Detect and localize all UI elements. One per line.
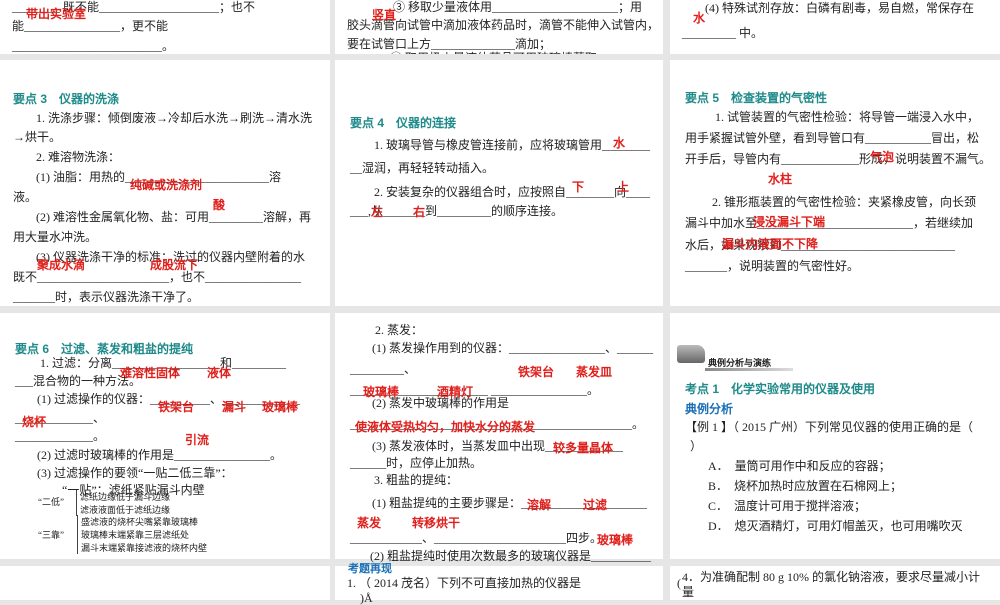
- answer: 浸没漏斗下端: [753, 215, 826, 229]
- answer: 成股流下: [150, 258, 199, 272]
- answer: 竖直: [372, 8, 397, 22]
- answer: 水: [613, 136, 626, 150]
- answer: 溶解: [527, 498, 552, 512]
- text-line: _______时，表示仪器洗涤干净了。: [13, 290, 200, 304]
- answer: 上: [617, 180, 630, 194]
- answer: 转移烘干: [412, 516, 461, 530]
- small-line: 漏斗末端紧靠接滤液的烧杯内壁: [77, 541, 207, 554]
- slide-panel: [335, 60, 663, 306]
- text-line: ④ 取用极少量液体药品可用玻璃棒蘸取: [390, 51, 597, 54]
- text-line: 用大量水冲洗。: [13, 230, 98, 244]
- text-line: _____________。: [15, 429, 106, 443]
- slide-panel: [0, 566, 330, 600]
- banner-title: 典例分析与演练: [708, 358, 772, 368]
- text-line: 开手后，导管内有_____________形成，说明装置不漏气。: [685, 152, 992, 166]
- option-a: A． 量筒可用作中和反应的容器；: [708, 459, 891, 473]
- text-line: ③ 移取少量液体用_____________________；用: [393, 0, 643, 14]
- question-text: 【例 1 】（ 2015 广州）下列常见仪器的使用正确的是（: [685, 420, 974, 434]
- text-line: 1. 试管装置的气密性检验：将导管一端浸入水中，: [715, 110, 980, 124]
- answer: 过滤: [583, 498, 608, 512]
- text-line: (3) 过滤操作的要领“一贴二低三靠”：: [37, 466, 233, 480]
- text-line: (2) 过滤时玻璃棒的作用是________________。: [37, 448, 282, 462]
- question-text: 4．为准确配制 80 g 10% 的氯化钠溶液，要求尽量减小计: [682, 570, 980, 584]
- question-text: 量: [682, 585, 695, 599]
- small-line: 玻璃棒末端紧靠三层滤纸处: [77, 528, 189, 541]
- answer: 左: [371, 205, 384, 219]
- text-line: 液。: [13, 190, 38, 204]
- text-line: 1. 洗涤步骤：倾倒废液→冷却后水洗→刷洗→清水洗: [36, 111, 313, 125]
- text-line: 2. 锥形瓶装置的气密性检验：夹紧橡皮管，向长颈: [712, 195, 977, 209]
- section-heading: 要点 3 仪器的洗涤: [13, 92, 120, 106]
- answer: 使液体受热均匀，加快水分的蒸发: [355, 420, 536, 434]
- answer: 聚成水滴: [37, 258, 86, 272]
- text-line: ______时，应停止加热。: [350, 456, 483, 470]
- answer: 气泡: [870, 150, 895, 164]
- answer: 玻璃棒: [597, 533, 634, 547]
- question-text: ）: [690, 439, 703, 453]
- answer: 漏斗内液面不下降: [722, 237, 819, 251]
- text-line: _________、: [350, 362, 417, 376]
- option-c: C． 温度计可用于搅拌溶液；: [708, 499, 867, 513]
- answer: 蒸发皿: [576, 365, 613, 379]
- text-line: 用手紧握试管外壁，看到导管口有___________冒出，松: [685, 131, 980, 145]
- section-heading: 要点 5 检查装置的气密性: [685, 91, 828, 105]
- answer: 蒸发: [357, 516, 382, 530]
- text-line: (1) 蒸发操作用到的仪器：________________、______: [372, 341, 653, 355]
- section-heading: 要点 6 过滤、蒸发和粗盐的提纯: [15, 342, 194, 356]
- text-line: 3. 粗盐的提纯：: [374, 473, 459, 487]
- small-line: 滤纸边缘低于漏斗边缘: [76, 490, 170, 503]
- text-line: (4) 特殊试剂存放：白磷有剧毒，易自燃，常保存在: [705, 1, 974, 15]
- text-line: _________________________。: [12, 39, 175, 53]
- section-heading: 要点 4 仪器的连接: [350, 116, 457, 130]
- brace-label: “三靠”: [38, 530, 64, 540]
- answer: 酸: [213, 198, 226, 212]
- book-icon: [677, 345, 705, 363]
- answer: 玻璃棒: [363, 385, 400, 399]
- text-line: ____________、______________________四步。: [350, 531, 603, 545]
- text-line: 1. 玻璃导管与橡皮管连接前，应将玻璃管用________: [374, 138, 651, 152]
- answer: 漏斗: [222, 400, 247, 414]
- text-line: (2) 难溶性金属氧化物、盐：可用_________溶解，再: [36, 210, 311, 224]
- answer: 右: [413, 205, 426, 219]
- text-line: _________ 中。: [682, 26, 764, 40]
- answer: 难溶性固体: [120, 366, 181, 380]
- answer: 水: [693, 11, 706, 25]
- question-text: 1. （ 2014 茂名）下列不可直接加热的仪器是 (: [347, 576, 681, 590]
- answer: 引流: [185, 433, 210, 447]
- answer: 纯碱或洗涤剂: [130, 178, 203, 192]
- option-d: D． 熄灭酒精灯，可用灯帽盖灭，也可用嘴吹灭: [708, 519, 963, 533]
- subheading: 典例分析: [685, 402, 734, 416]
- answer: 烧杯: [22, 415, 47, 429]
- answer: 铁架台: [518, 365, 555, 379]
- answer: 水柱: [768, 172, 793, 186]
- option-b: B． 烧杯加热时应放置在石棉网上；: [708, 479, 903, 493]
- answer: 玻璃棒: [262, 400, 299, 414]
- answer: 下: [572, 180, 585, 194]
- text-line: __湿润，再轻轻转动插入。: [350, 161, 495, 175]
- answer: 酒精灯: [437, 385, 474, 399]
- text-line: 2. 蒸发：: [375, 323, 424, 337]
- text-line: 漏斗中加水至__________________________，若继续加: [685, 216, 974, 230]
- answer: 带出实验室: [26, 7, 87, 21]
- question-text: )Å: [360, 591, 373, 605]
- answer: 较多量晶体: [553, 441, 614, 455]
- answer: 铁架台: [158, 400, 195, 414]
- text-line: 2. 难溶物洗涤：: [36, 150, 121, 164]
- answer: 液体: [207, 366, 232, 380]
- small-line: 盛滤液的烧杯尖嘴紧靠玻璃棒: [77, 515, 198, 528]
- text-line: →烘干。: [13, 130, 62, 144]
- section-title: 考题再现: [348, 563, 392, 575]
- section-heading: 考点 1 化学实验常用的仪器及使用: [685, 382, 876, 396]
- text-line: 要在试管口上方______________滴加；: [347, 37, 552, 51]
- text-line: (2) 粗盐提纯时使用次数最多的玻璃仪器是__________: [370, 549, 651, 563]
- text-line: _______，说明装置的气密性好。: [685, 259, 860, 273]
- text-line: 2. 安装复杂的仪器组合时，应按照自________向____: [374, 185, 651, 199]
- brace-label: “二低”: [38, 497, 64, 507]
